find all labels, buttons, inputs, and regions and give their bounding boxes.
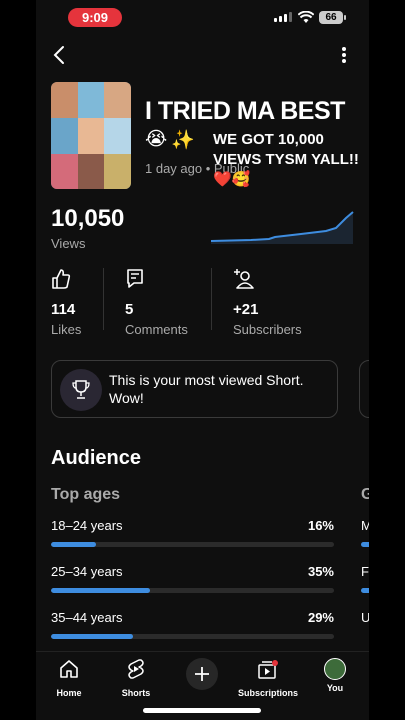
- subscribers-count: +21: [233, 301, 259, 318]
- age-bar: [51, 588, 334, 593]
- second-panel-peek-label: M: [361, 518, 369, 533]
- age-bar-fill: [51, 588, 151, 593]
- create-button[interactable]: [186, 658, 218, 690]
- top-ages-title: Top ages: [51, 486, 121, 503]
- age-bar-fill: [51, 542, 97, 547]
- views-count: 10,050: [51, 205, 125, 232]
- more-options-icon[interactable]: [336, 44, 352, 66]
- subscribers-label: Subscribers: [233, 322, 302, 337]
- title-emoji-row: 😭 ✨: [145, 128, 195, 152]
- subscribers-stat: +21 Subscribers: [233, 268, 302, 337]
- home-indicator: [143, 708, 261, 713]
- divider: [211, 268, 212, 330]
- second-panel-peek-bar: [361, 542, 369, 547]
- nav-you[interactable]: You: [303, 658, 367, 693]
- signal-icon: [274, 12, 292, 22]
- age-label: 35–44 years: [51, 610, 123, 625]
- comments-count: 5: [125, 301, 134, 318]
- age-row: 18–24 years 16%: [51, 518, 334, 547]
- wifi-icon: [298, 11, 314, 23]
- comments-stat: 5 Comments: [125, 268, 188, 337]
- add-person-icon: [234, 269, 254, 289]
- age-bar-fill: [51, 634, 134, 639]
- video-title: I TRIED MA BEST: [145, 97, 345, 125]
- subscriptions-icon: [258, 660, 278, 679]
- second-panel-title-peek: G: [361, 486, 369, 503]
- likes-stat: 114 Likes: [51, 268, 81, 337]
- crying-emoji: 😭: [145, 129, 168, 150]
- age-row: 35–44 years 29%: [51, 610, 334, 639]
- battery-icon: 66: [319, 11, 346, 24]
- age-label: 18–24 years: [51, 518, 123, 533]
- likes-count: 114: [51, 301, 76, 318]
- divider: [103, 268, 104, 330]
- age-label: 25–34 years: [51, 564, 123, 579]
- age-bar: [51, 542, 334, 547]
- age-percent: 35%: [307, 564, 334, 579]
- thumbs-up-icon: [52, 269, 71, 289]
- second-panel-peek-label: F: [361, 564, 369, 579]
- plus-icon: [195, 667, 209, 681]
- comment-icon: [127, 269, 143, 288]
- second-panel-peek-label: U: [361, 610, 369, 625]
- age-bar: [51, 634, 334, 639]
- age-percent: 29%: [307, 610, 334, 625]
- views-sparkline: [211, 211, 354, 244]
- views-label: Views: [51, 236, 86, 251]
- nav-subscriptions[interactable]: Subscriptions: [236, 658, 300, 698]
- nav-shorts-label: Shorts: [121, 688, 151, 698]
- thumbnail-overlay-text: WE GOT 10,000 VIEWS TYSM YALL!! ❤️🥰: [213, 131, 359, 188]
- likes-label: Likes: [51, 322, 82, 337]
- back-arrow-icon[interactable]: [50, 44, 70, 66]
- analytics-screen: 9:09 66 I TRIED MA BEST 😭 ✨ 1 day ago • …: [36, 0, 369, 720]
- second-panel-peek-bar: [361, 588, 369, 593]
- home-icon: [60, 660, 78, 678]
- most-viewed-text: This is your most viewed Short. Wow!: [109, 372, 304, 406]
- age-row: 25–34 years 35%: [51, 564, 334, 593]
- trophy-icon: [60, 369, 102, 411]
- nav-shorts[interactable]: Shorts: [104, 658, 168, 698]
- avatar: [324, 658, 346, 680]
- next-card-peek[interactable]: [359, 360, 369, 418]
- status-bar: 9:09 66: [36, 8, 369, 28]
- comments-label: Comments: [125, 322, 188, 337]
- sparkles-emoji: ✨: [171, 130, 195, 151]
- most-viewed-card[interactable]: This is your most viewed Short. Wow!: [51, 360, 338, 418]
- nav-subscriptions-label: Subscriptions: [237, 688, 298, 698]
- nav-you-label: You: [326, 683, 344, 693]
- nav-home[interactable]: Home: [37, 658, 101, 698]
- status-time: 9:09: [68, 8, 122, 27]
- shorts-icon: [128, 659, 144, 679]
- video-thumbnail[interactable]: [51, 82, 131, 189]
- nav-home-label: Home: [56, 688, 82, 698]
- age-percent: 16%: [307, 518, 334, 533]
- audience-title: Audience: [51, 447, 142, 469]
